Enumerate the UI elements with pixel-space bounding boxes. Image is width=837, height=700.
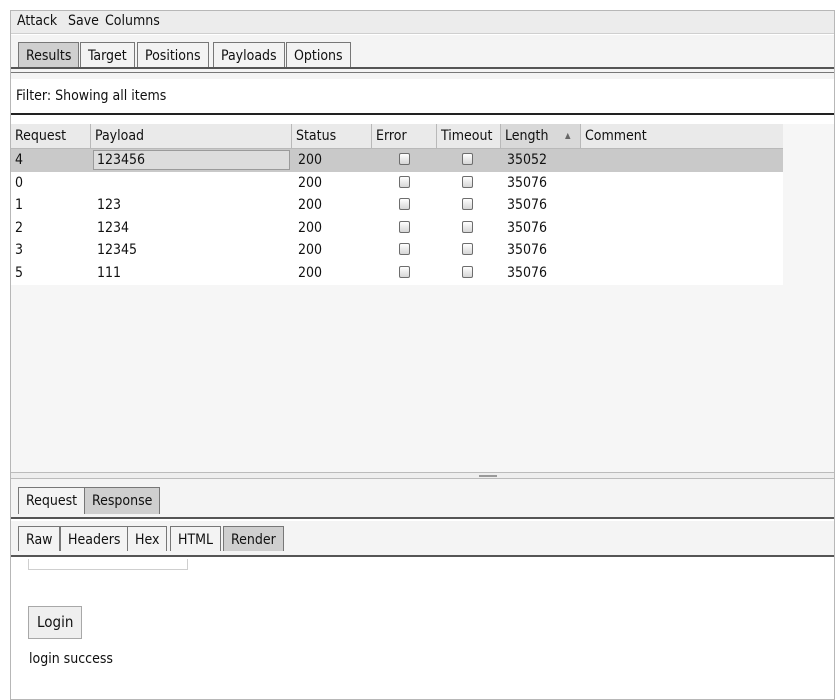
tab-render[interactable]: Render [223,526,284,551]
message-tab-strip: Request Response [11,479,834,519]
tab-results[interactable]: Results [18,42,80,68]
column-header-timeout[interactable]: Timeout [437,124,501,148]
table-row[interactable]: 1 123 200 35076 [11,194,783,217]
tab-positions[interactable]: Positions [137,42,209,68]
login-button[interactable]: Login [28,606,83,639]
table-header: Request Payload Status Error Timeout Len… [11,124,783,149]
tab-target[interactable]: Target [80,42,135,68]
pane-splitter[interactable] [11,472,834,479]
sort-ascending-icon: ▲ [565,131,571,140]
column-header-length-label: Length [505,128,549,144]
timeout-checkbox[interactable] [462,243,473,256]
tab-html[interactable]: HTML [170,526,222,551]
error-checkbox[interactable] [399,175,410,188]
tab-raw[interactable]: Raw [18,526,61,551]
intruder-attack-window: Attack Save Columns Results Target Posit… [10,10,835,700]
menu-bar: Attack Save Columns [11,11,834,34]
filter-label[interactable]: Filter: Showing all items [16,88,166,104]
length-cell: 35076 [507,219,548,236]
timeout-checkbox[interactable] [462,175,473,188]
password-input[interactable] [28,559,188,570]
length-cell: 35076 [507,265,548,281]
response-view-tab-strip: Raw Headers Hex HTML Render [11,521,834,557]
tab-request[interactable]: Request [18,487,86,514]
column-header-length[interactable]: Length ▲ [501,124,581,148]
menu-attack[interactable]: Attack [17,13,57,29]
request-cell: 4 [15,152,24,168]
request-cell: 5 [15,265,24,281]
status-cell: 200 [298,152,323,168]
length-cell: 35076 [507,197,548,214]
payload-cell: 1234 [97,219,130,236]
tab-response[interactable]: Response [84,487,161,514]
status-cell: 200 [298,265,323,281]
payload-cell: 123 [97,197,122,214]
payload-cell: 12345 [97,242,138,259]
table-row[interactable]: 0 200 35076 [11,171,783,195]
status-cell: 200 [298,174,323,191]
payload-cell: 123456 [97,152,146,168]
length-cell: 35052 [507,152,548,168]
results-table: Request Payload Status Error Timeout Len… [11,124,834,472]
error-checkbox[interactable] [399,266,410,278]
render-pane: Login login success [11,559,834,699]
tab-headers[interactable]: Headers [60,526,129,551]
message-tab-divider [11,517,834,519]
tab-options[interactable]: Options [286,42,351,68]
status-cell: 200 [298,219,323,236]
error-checkbox[interactable] [399,243,410,256]
splitter-grip-icon[interactable] [479,475,497,477]
menu-columns[interactable]: Columns [105,13,160,29]
column-header-status[interactable]: Status [292,124,372,148]
timeout-checkbox[interactable] [462,153,473,165]
error-checkbox[interactable] [399,153,410,165]
status-cell: 200 [298,197,323,214]
tab-payloads[interactable]: Payloads [213,42,285,68]
status-cell: 200 [298,242,323,259]
tab-divider-thin [11,72,834,73]
menu-save[interactable]: Save [68,13,99,29]
column-header-error[interactable]: Error [372,124,437,148]
response-tab-divider [11,555,834,557]
request-cell: 1 [15,197,24,214]
tab-hex[interactable]: Hex [127,526,168,551]
request-cell: 0 [15,174,24,191]
payload-cell: 111 [97,265,122,281]
table-row[interactable]: 5 111 200 35076 [11,262,783,285]
request-cell: 3 [15,242,24,259]
timeout-checkbox[interactable] [462,266,473,278]
length-cell: 35076 [507,174,548,191]
timeout-checkbox[interactable] [462,220,473,233]
error-checkbox[interactable] [399,198,410,211]
table-row[interactable]: 3 12345 200 35076 [11,239,783,262]
error-checkbox[interactable] [399,220,410,233]
column-header-comment[interactable]: Comment [581,124,783,148]
length-cell: 35076 [507,242,548,259]
column-header-payload[interactable]: Payload [91,124,292,148]
timeout-checkbox[interactable] [462,198,473,211]
tab-divider [11,67,834,69]
column-header-request[interactable]: Request [11,124,91,148]
table-row[interactable]: 2 1234 200 35076 [11,216,783,240]
request-cell: 2 [15,219,24,236]
table-row[interactable]: 4 123456 200 35052 [11,149,783,172]
filter-bar[interactable]: Filter: Showing all items [11,81,834,115]
login-message: login success [29,651,113,667]
